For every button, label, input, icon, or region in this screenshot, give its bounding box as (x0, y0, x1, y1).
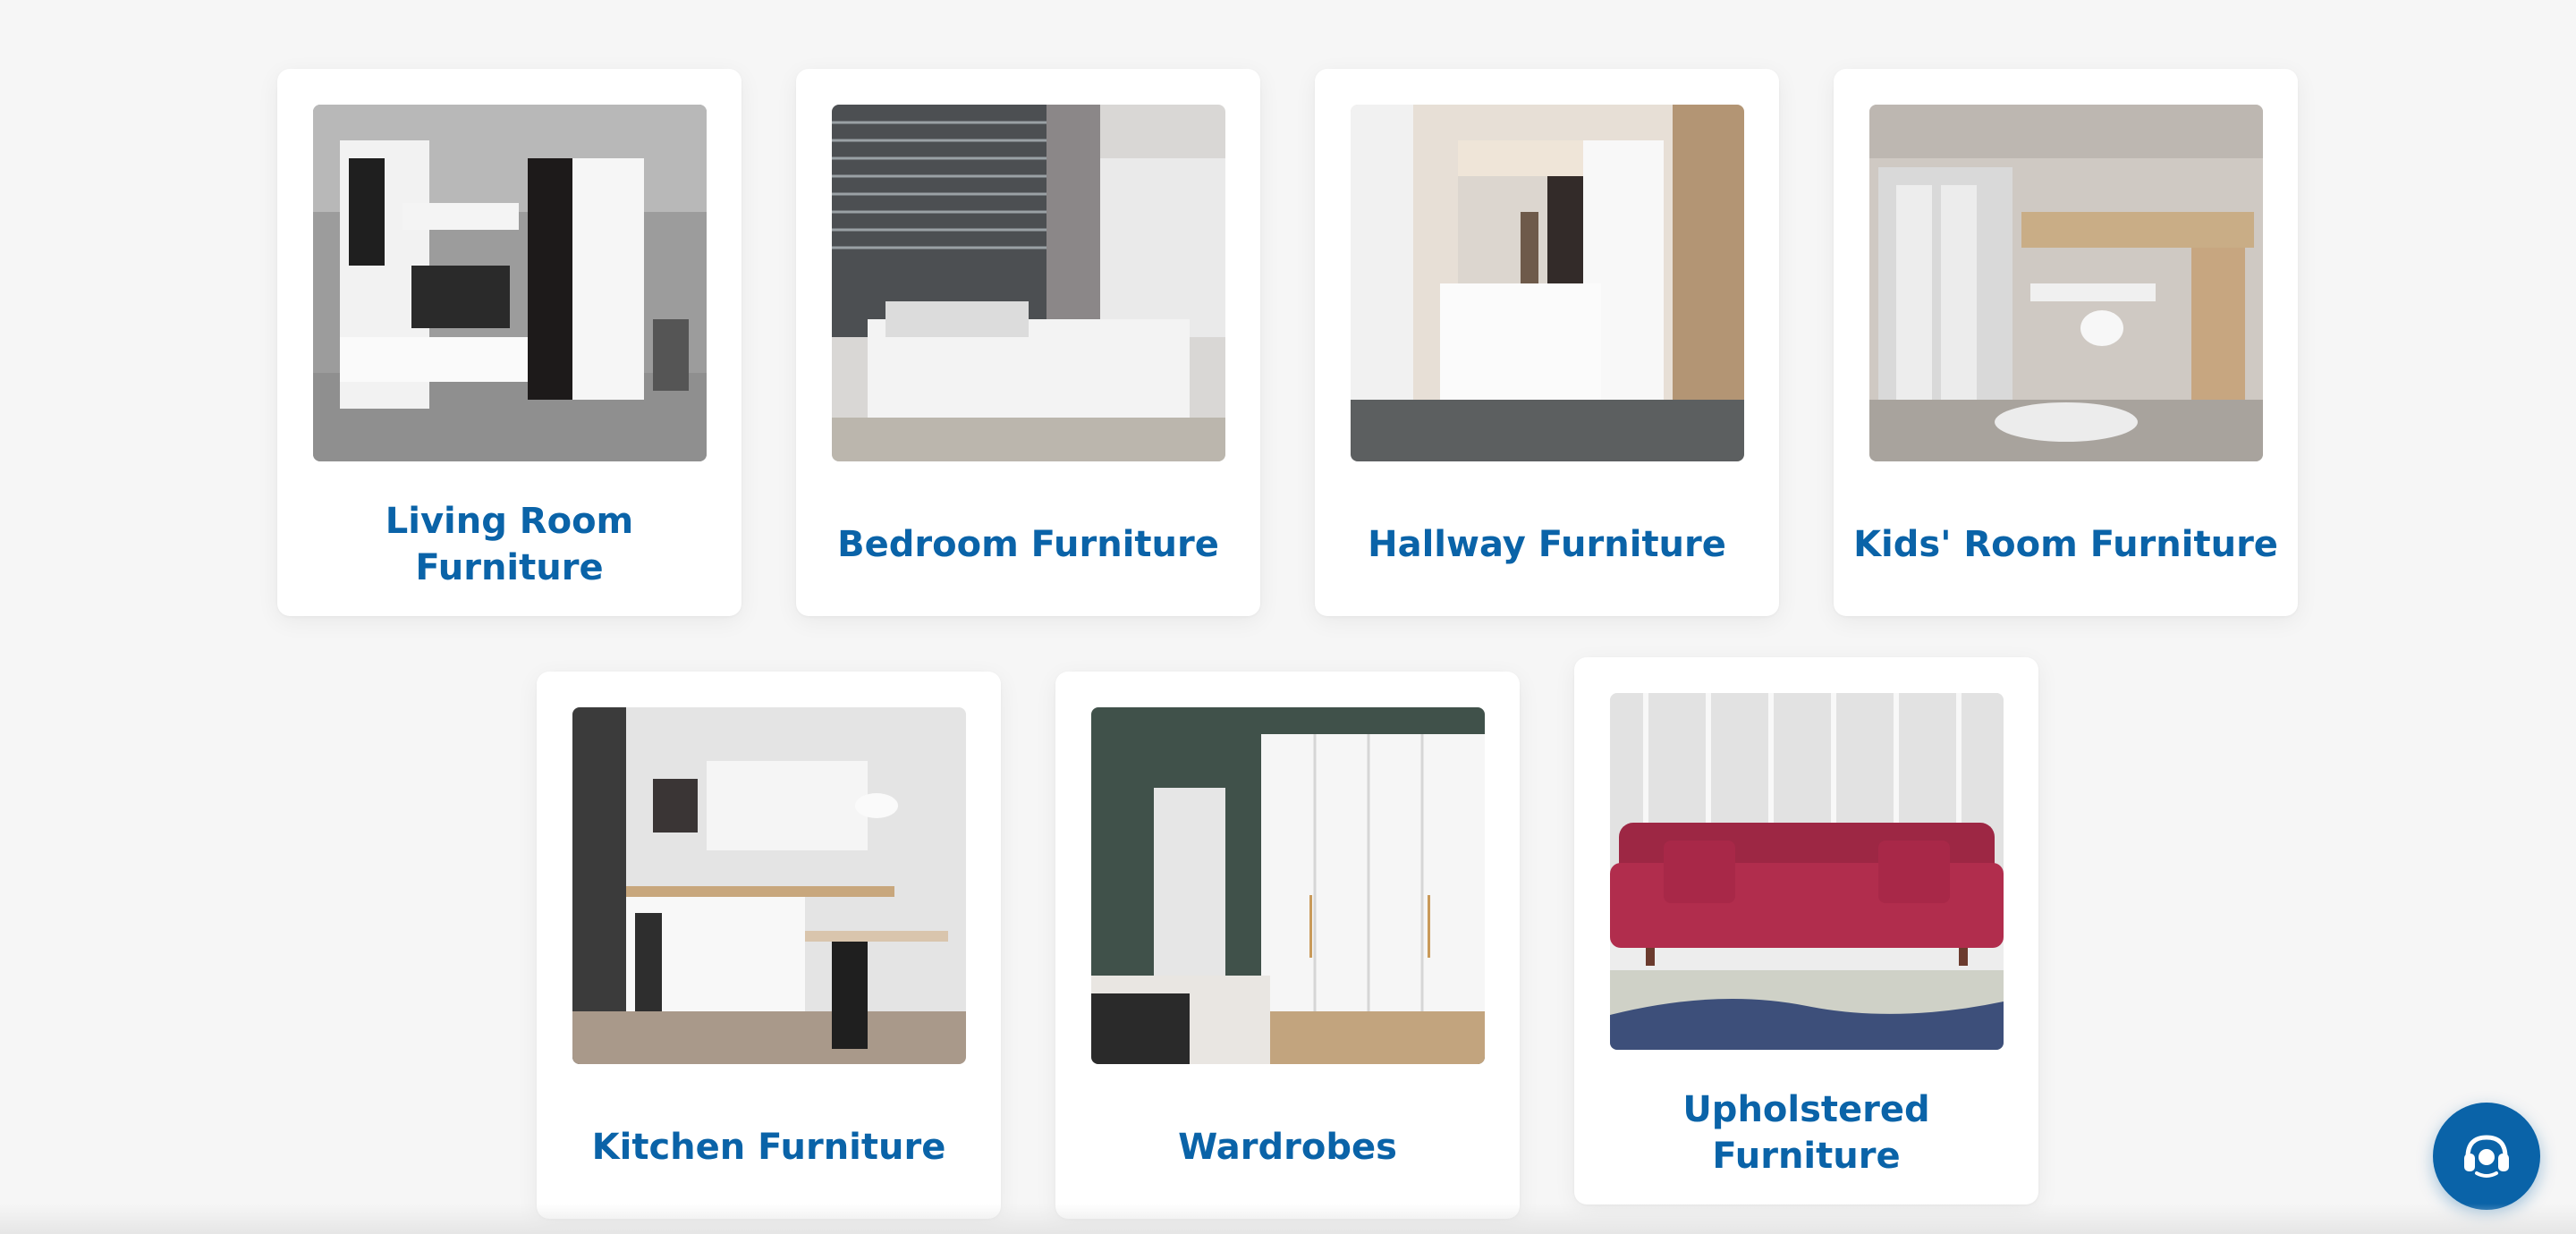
living-room-photo (313, 105, 707, 461)
category-label: Kitchen Furniture (591, 1126, 946, 1168)
category-card-living-room[interactable]: Living Room Furniture (277, 69, 741, 616)
category-card-wardrobes[interactable]: Wardrobes (1055, 672, 1520, 1219)
category-card-hallway[interactable]: Hallway Furniture (1315, 69, 1779, 616)
category-card-kids-room[interactable]: Kids' Room Furniture (1834, 69, 2298, 616)
bedroom-photo (832, 105, 1225, 461)
category-card-bedroom[interactable]: Bedroom Furniture (796, 69, 1260, 616)
hallway-photo (1351, 105, 1744, 461)
category-label: Wardrobes (1178, 1126, 1397, 1168)
category-card-kitchen[interactable]: Kitchen Furniture (537, 672, 1001, 1219)
category-label: Bedroom Furniture (837, 523, 1219, 565)
wardrobe-photo (1091, 707, 1485, 1064)
category-grid: Living Room Furniture Bedroom Furniture … (0, 0, 2576, 1234)
category-card-upholstered[interactable]: Upholstered Furniture (1574, 657, 2038, 1204)
category-label: Upholstered Furniture (1682, 1088, 1930, 1177)
kids-room-photo (1869, 105, 2263, 461)
category-label: Kids' Room Furniture (1853, 523, 2278, 565)
headset-icon (2459, 1127, 2514, 1187)
support-chat-button[interactable] (2433, 1103, 2540, 1210)
category-label: Hallway Furniture (1368, 523, 1726, 565)
sofa-photo (1610, 693, 2004, 1050)
kitchen-photo (572, 707, 966, 1064)
category-label: Living Room Furniture (385, 500, 634, 588)
